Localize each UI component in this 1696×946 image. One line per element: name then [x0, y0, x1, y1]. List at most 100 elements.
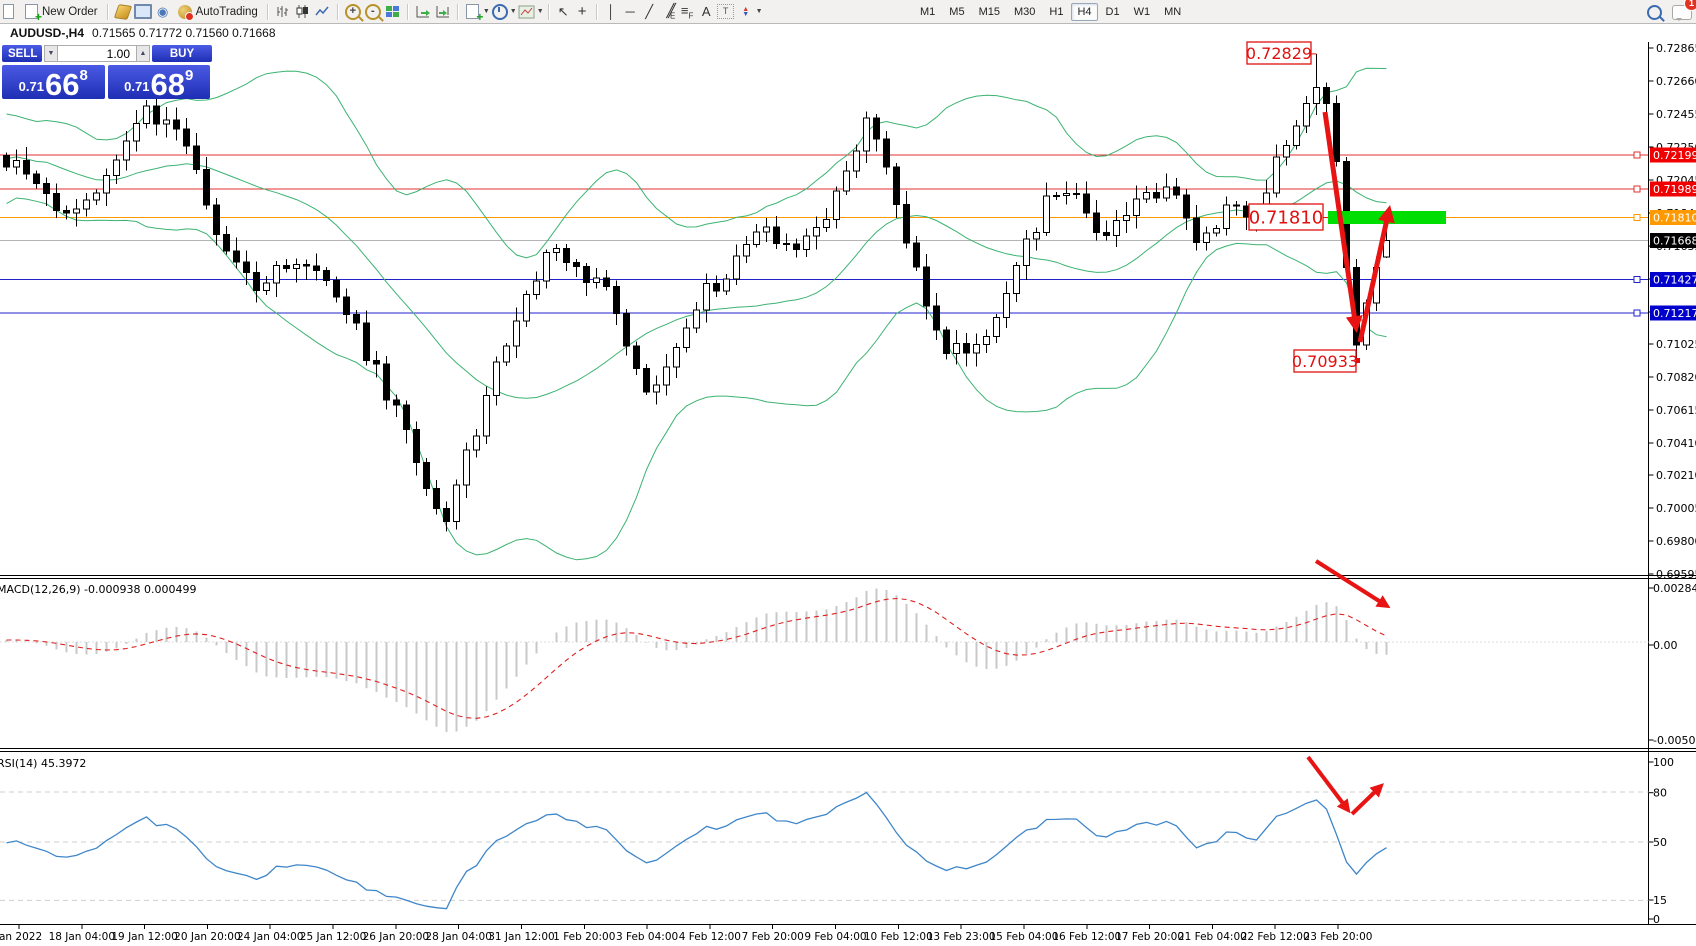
support-price-label[interactable]: 0.71810 — [1249, 204, 1323, 230]
rsi-scale-label: 50 — [1653, 836, 1667, 849]
bar-chart-icon[interactable] — [273, 2, 293, 22]
auto-scroll-icon[interactable] — [413, 2, 433, 22]
candle-body — [924, 267, 930, 306]
time-tick-label: 26 Jan 20:00 — [363, 931, 429, 943]
candle-body — [584, 266, 590, 282]
separator — [107, 4, 109, 20]
candle-body — [834, 191, 840, 220]
templates-icon[interactable] — [517, 2, 537, 22]
candle-body — [334, 280, 340, 297]
timeframe-button-m15[interactable]: M15 — [973, 3, 1006, 21]
macd-down-arrow[interactable] — [1316, 561, 1387, 606]
symbol-period-label: AUDUSD-,H4 — [10, 26, 84, 40]
metaeditor-icon[interactable] — [113, 2, 133, 22]
separator — [596, 4, 598, 20]
timeframe-button-h1[interactable]: H1 — [1043, 3, 1069, 21]
candle-body — [814, 227, 820, 236]
sell-price-big: 66 — [45, 71, 79, 98]
new-chart-icon[interactable] — [0, 2, 20, 22]
one-click-trading-panel: SELL ▼ ▲ BUY 0.71 66 8 0.71 68 9 — [2, 45, 210, 99]
candle-body — [1024, 239, 1030, 266]
sell-price-small: 0.71 — [19, 79, 45, 98]
text-label-icon[interactable]: T — [716, 2, 736, 22]
cursor-icon[interactable]: ↖ — [554, 4, 573, 20]
chat-icon[interactable]: 1 — [1672, 2, 1692, 22]
time-axis[interactable]: Jan 202218 Jan 04:0019 Jan 12:0020 Jan 2… — [0, 925, 1372, 943]
swing-low-label[interactable]: 0.70933 — [1292, 350, 1358, 372]
candle-body — [794, 244, 800, 249]
timeframe-button-m5[interactable]: M5 — [943, 3, 970, 21]
chart-shift-icon[interactable] — [433, 2, 453, 22]
volume-decrease-button[interactable]: ▼ — [44, 45, 58, 62]
time-tick-label: 16 Feb 12:00 — [1052, 931, 1121, 943]
buy-price[interactable]: 0.71 68 9 — [108, 65, 211, 99]
periods-caret-icon[interactable]: ▼ — [510, 8, 517, 15]
volume-increase-button[interactable]: ▲ — [136, 45, 150, 62]
timeframe-button-m30[interactable]: M30 — [1008, 3, 1041, 21]
autotrading-button[interactable]: AutoTrading — [173, 2, 263, 22]
timeframe-button-d1[interactable]: D1 — [1100, 3, 1126, 21]
chart-canvas[interactable]: 0.728290.718100.709330.728650.726600.724… — [0, 0, 1696, 946]
candle-body — [564, 248, 570, 262]
candle-body — [874, 118, 880, 139]
rsi-scale-label: 0 — [1653, 913, 1660, 926]
buy-button[interactable]: BUY — [152, 45, 212, 62]
timeframe-button-mn[interactable]: MN — [1158, 3, 1187, 21]
level-handle[interactable] — [1634, 310, 1640, 316]
level-handle[interactable] — [1634, 186, 1640, 192]
candle-body — [474, 436, 480, 450]
line-chart-icon[interactable] — [313, 2, 333, 22]
tile-windows-icon[interactable] — [383, 2, 403, 22]
equidistant-channel-icon[interactable]: ╱╱E — [659, 3, 678, 21]
indicators-icon[interactable] — [463, 2, 483, 22]
timeframe-button-w1[interactable]: W1 — [1128, 3, 1157, 21]
rsi-down-arrow[interactable] — [1308, 757, 1348, 810]
indicators-caret-icon[interactable]: ▼ — [483, 8, 490, 15]
candle-body — [734, 256, 740, 279]
signals-icon[interactable]: ◉ — [153, 2, 173, 22]
timeframe-button-h4[interactable]: H4 — [1071, 3, 1097, 21]
time-tick-label: 13 Feb 23:00 — [927, 931, 996, 943]
volume-input[interactable] — [58, 45, 136, 62]
templates-caret-icon[interactable]: ▼ — [537, 8, 544, 15]
rsi-scale-label: 80 — [1653, 787, 1667, 800]
price-badge-text: 0.71217 — [1653, 307, 1696, 320]
arrows-caret-icon[interactable]: ▼ — [756, 8, 763, 15]
candle-body — [94, 193, 100, 200]
periods-icon[interactable] — [490, 2, 510, 22]
level-handle[interactable] — [1634, 152, 1640, 158]
search-icon[interactable] — [1644, 2, 1664, 22]
fibonacci-icon[interactable]: ≡F — [678, 3, 697, 21]
horizontal-line-icon[interactable]: ─ — [621, 4, 640, 19]
arrows-icon[interactable]: ▲▼ — [736, 2, 756, 22]
swing-low-label-text: 0.70933 — [1292, 352, 1358, 371]
candle-body — [684, 328, 690, 348]
sell-price[interactable]: 0.71 66 8 — [2, 65, 105, 99]
level-handle[interactable] — [1634, 215, 1640, 221]
sell-button[interactable]: SELL — [2, 45, 42, 62]
rsi-up-arrow[interactable] — [1352, 786, 1381, 814]
candle-body — [644, 369, 650, 392]
terminal-icon[interactable] — [133, 2, 153, 22]
zoom-out-icon[interactable]: - — [363, 2, 383, 22]
trade-prices-row: 0.71 66 8 0.71 68 9 — [2, 65, 210, 99]
time-tick-label: 9 Feb 04:00 — [804, 931, 866, 943]
rsi-pane: RSI(14) 45.39721008050150 — [0, 756, 1674, 926]
new-order-button[interactable]: New Order — [20, 2, 103, 22]
swing-high-label[interactable]: 0.72829 — [1246, 42, 1312, 64]
support-price-label-text: 0.71810 — [1249, 207, 1323, 228]
crosshair-icon[interactable]: + — [573, 3, 592, 20]
price-up-arrow[interactable] — [1360, 210, 1389, 342]
trendline-icon[interactable]: ╱ — [640, 4, 659, 20]
vertical-line-icon[interactable]: │ — [602, 4, 621, 19]
toolbar-right: 1 — [1644, 1, 1692, 23]
new-order-icon — [25, 4, 38, 19]
zoom-in-icon[interactable]: + — [343, 2, 363, 22]
text-icon[interactable]: A — [697, 4, 716, 19]
candlestick-chart-icon[interactable] — [293, 2, 313, 22]
timeframe-button-m1[interactable]: M1 — [914, 3, 941, 21]
candle-body — [364, 323, 370, 361]
candle-body — [244, 262, 250, 272]
level-handle[interactable] — [1634, 276, 1640, 282]
chart-ohlc-header: AUDUSD-,H40.71565 0.71772 0.71560 0.7166… — [10, 26, 276, 40]
